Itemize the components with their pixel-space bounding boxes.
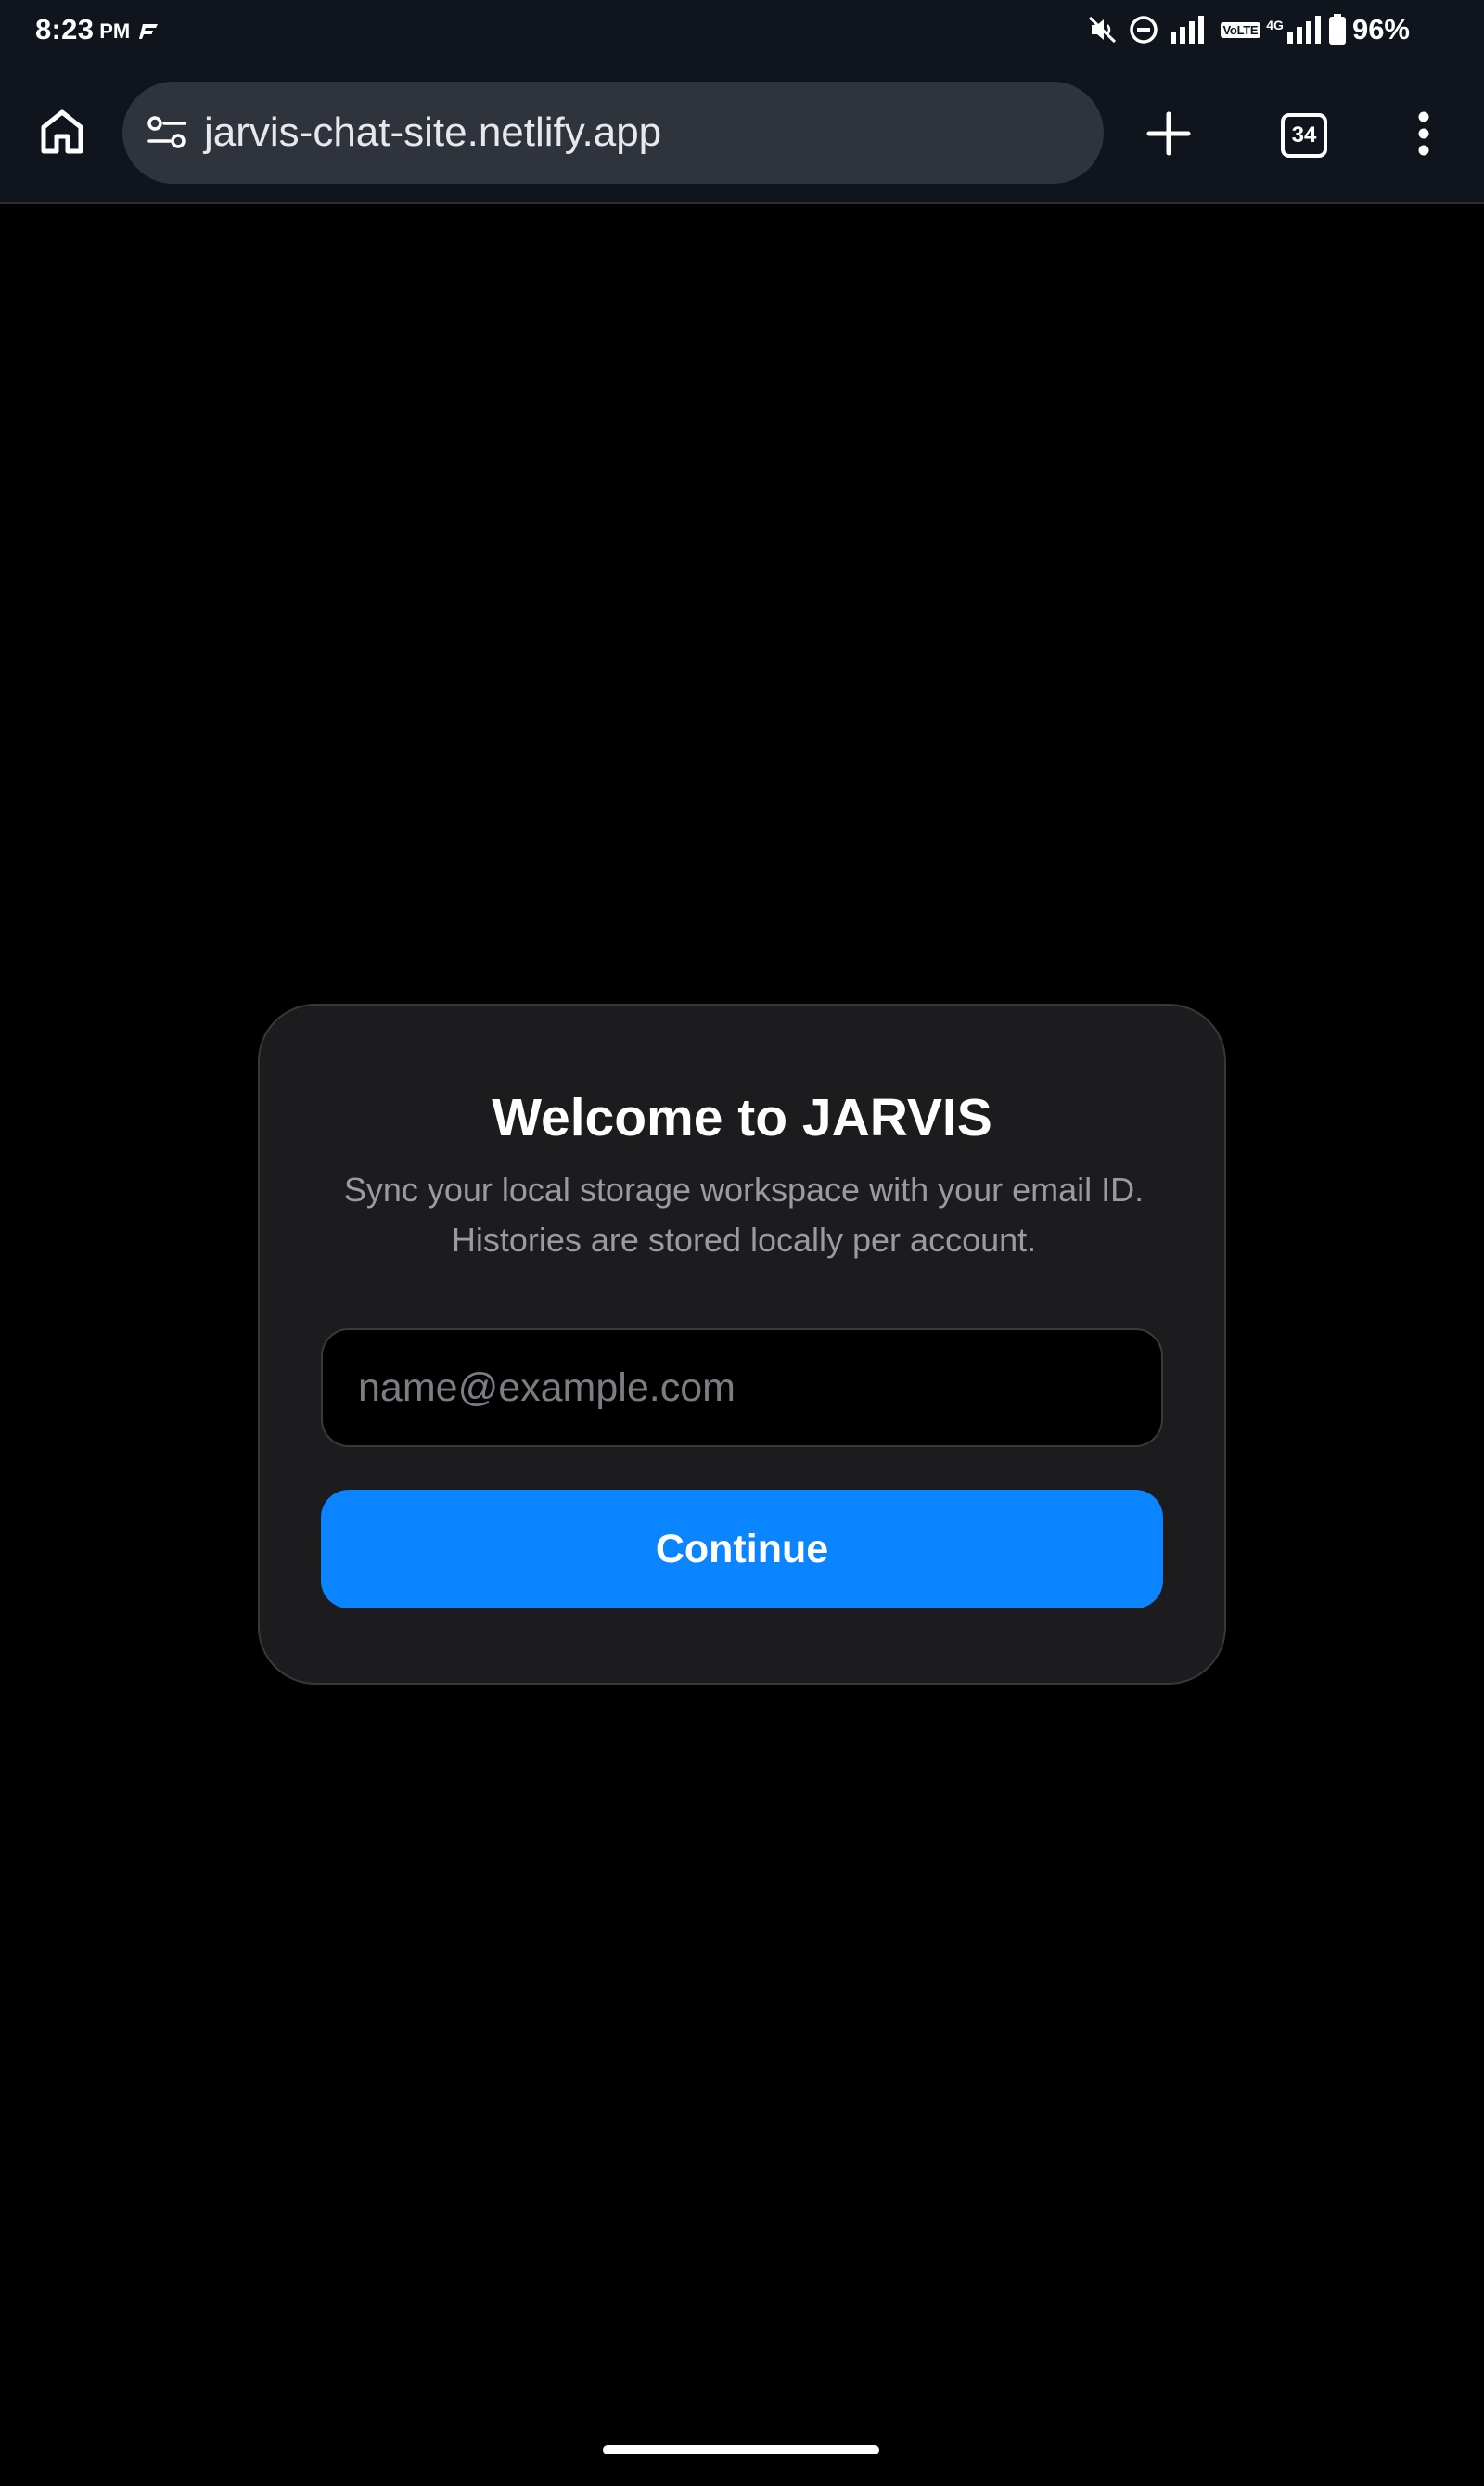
plus-icon bbox=[1145, 110, 1192, 161]
url-bar[interactable]: jarvis-chat-site.netlify.app bbox=[122, 82, 1104, 184]
status-icons: VoLTE 4G 96% bbox=[1078, 11, 1410, 48]
email-input[interactable] bbox=[321, 1328, 1163, 1447]
login-subtitle: Sync your local storage workspace with y… bbox=[343, 1171, 1145, 1259]
screen: 8:23 PM VoLTE 4G 96% jarvis-chat-site.ne… bbox=[0, 0, 1484, 2486]
status-time-group: 8:23 PM bbox=[35, 11, 160, 48]
login-title: Welcome to JARVIS bbox=[492, 1088, 992, 1147]
status-bar: 8:23 PM VoLTE 4G 96% bbox=[0, 0, 1484, 59]
status-time: 8:23 bbox=[35, 13, 95, 45]
status-ampm: PM bbox=[99, 19, 131, 43]
site-settings-icon[interactable] bbox=[143, 109, 191, 157]
volte-badge: VoLTE bbox=[1220, 21, 1261, 38]
more-menu-button[interactable] bbox=[1401, 100, 1447, 171]
tab-switcher-button[interactable]: 34 bbox=[1269, 100, 1339, 171]
battery-icon bbox=[1328, 14, 1347, 45]
home-icon bbox=[36, 105, 88, 161]
app-notification-icon bbox=[139, 22, 160, 41]
signal-icon bbox=[1169, 14, 1217, 45]
dnd-icon bbox=[1128, 14, 1159, 45]
url-text: jarvis-chat-site.netlify.app bbox=[204, 109, 662, 155]
signal-icon bbox=[1286, 14, 1323, 45]
network-type: 4G bbox=[1266, 18, 1284, 32]
tab-switcher-icon: 34 bbox=[1281, 113, 1327, 158]
gesture-nav-handle[interactable] bbox=[603, 2445, 879, 2454]
battery-percent: 96% bbox=[1351, 13, 1410, 45]
continue-button[interactable]: Continue bbox=[321, 1490, 1163, 1608]
mute-icon bbox=[1087, 15, 1119, 45]
login-card: Welcome to JARVIS Sync your local storag… bbox=[258, 1004, 1226, 1685]
browser-toolbar: jarvis-chat-site.netlify.app 34 bbox=[0, 59, 1484, 204]
more-vert-icon bbox=[1417, 110, 1430, 161]
new-tab-button[interactable] bbox=[1133, 100, 1204, 171]
home-button[interactable] bbox=[30, 100, 95, 165]
